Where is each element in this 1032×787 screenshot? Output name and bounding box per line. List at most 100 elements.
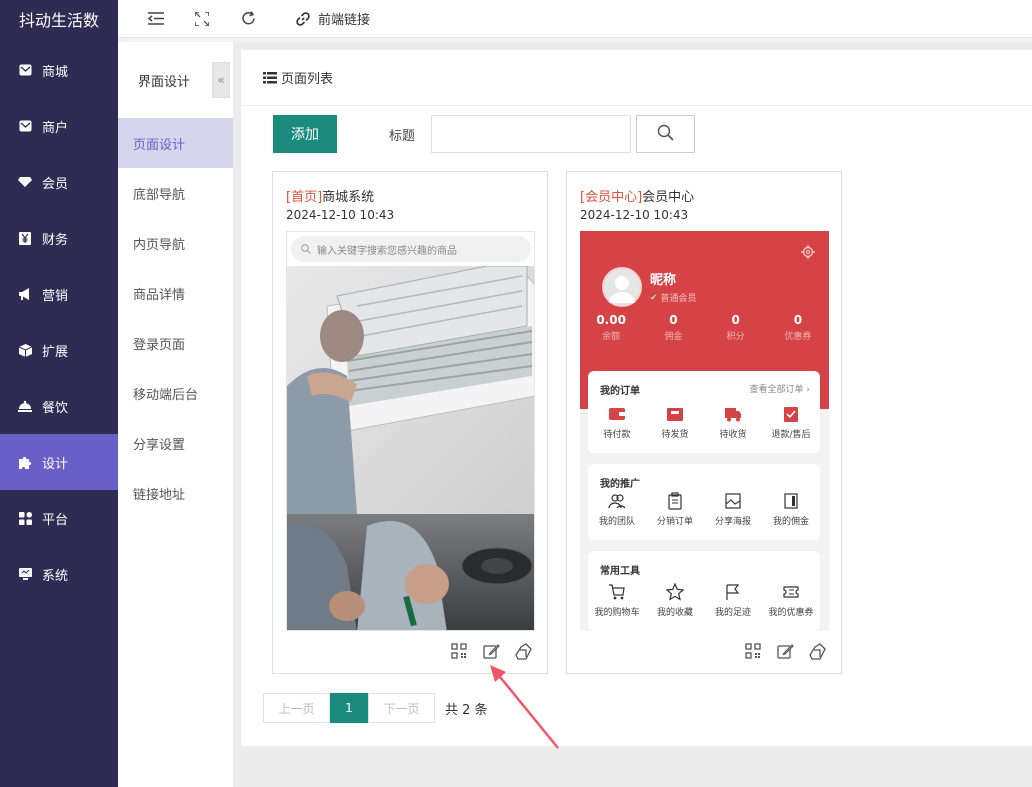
double-chevron-left-icon: «	[217, 73, 225, 87]
sidebar-item-mall[interactable]: 商城	[0, 42, 118, 98]
menu-fold-icon[interactable]	[148, 11, 164, 27]
tool-label: 我的足迹	[714, 608, 751, 618]
tool-item: 我的足迹	[704, 583, 762, 618]
frontend-link[interactable]: 前端链接	[296, 9, 370, 28]
submenu-item-login-page[interactable]: 登录页面	[118, 318, 233, 368]
ticket-icon	[782, 583, 800, 601]
nickname: 昵称	[650, 273, 677, 288]
collapse-submenu-button[interactable]: «	[212, 62, 230, 98]
page-card-member-center: [会员中心]会员中心 2024-12-10 10:43 昵称 ✔ 普通会员 0.0…	[566, 171, 842, 674]
add-page-button[interactable]: 添加	[273, 115, 337, 153]
submenu-title: 界面设计 «	[118, 42, 233, 118]
panel-title: 页面列表	[281, 72, 334, 87]
title-filter-label: 标题	[389, 128, 416, 144]
stat-label: 积分	[726, 332, 745, 342]
card-title: [会员中心]会员中心	[580, 186, 694, 205]
card-name: 商城系统	[322, 190, 375, 205]
tool-item: 我的收藏	[646, 583, 704, 618]
stat-label: 佣金	[664, 332, 683, 342]
promo-icons: 我的团队 分销订单 分享海报 我的佣金	[588, 492, 820, 527]
card-tag: [首页]	[286, 190, 323, 205]
copy-icon[interactable]	[515, 643, 533, 661]
stat-value: 0	[669, 313, 678, 327]
page-number-button[interactable]: 1	[330, 693, 368, 723]
refresh-icon[interactable]	[240, 11, 256, 27]
list-icon	[263, 71, 277, 84]
sidebar-item-extension[interactable]: 扩展	[0, 322, 118, 378]
promo-label: 我的团队	[598, 517, 635, 527]
refund-icon	[782, 405, 800, 423]
home-page-preview: 输入关键字搜索您感兴趣的商品	[286, 231, 535, 631]
check-icon: ✔	[650, 292, 658, 303]
promo-item: 分销订单	[646, 492, 704, 527]
sidebar-item-platform[interactable]: 平台	[0, 490, 118, 546]
box-title: 我的订单	[600, 386, 640, 397]
promo-item: 我的佣金	[762, 492, 820, 527]
fullscreen-icon[interactable]	[194, 11, 210, 27]
sidebar-item-system[interactable]: 系统	[0, 546, 118, 602]
title-search-input[interactable]	[431, 115, 632, 153]
member-page-preview: 昵称 ✔ 普通会员 0.00 余额 0 佣金 0 积分 0 优惠券 我的订单 查看全部订单…	[580, 231, 829, 631]
edit-icon[interactable]	[483, 643, 501, 661]
search-button[interactable]	[636, 115, 696, 153]
submenu-item-page-design[interactable]: 页面设计	[118, 118, 233, 168]
cube-icon	[18, 343, 32, 357]
sidebar-item-label: 商城	[42, 64, 69, 80]
mail-icon	[18, 63, 32, 77]
sidebar-item-design[interactable]: 设计	[0, 434, 118, 490]
mail-icon	[18, 119, 32, 133]
prev-page-button[interactable]: 上一页	[263, 693, 330, 723]
qrcode-icon[interactable]	[451, 643, 469, 661]
cart-icon	[608, 583, 626, 601]
submenu-item-share-settings[interactable]: 分享设置	[118, 418, 233, 468]
card-tag: [会员中心]	[580, 190, 643, 205]
my-promotion-box: 我的推广 我的团队 分销订单 分享海报 我的佣金	[588, 464, 820, 540]
submenu-item-product-detail[interactable]: 商品详情	[118, 268, 233, 318]
qrcode-icon[interactable]	[745, 643, 763, 661]
order-item: 退款/售后	[762, 405, 820, 440]
sidebar-item-label: 设计	[42, 456, 69, 472]
card-date: 2024-12-10 10:43	[286, 208, 395, 222]
sidebar-item-label: 商户	[42, 120, 69, 136]
submenu-item-bottom-nav[interactable]: 底部导航	[118, 168, 233, 218]
sidebar-item-label: 营销	[42, 288, 69, 304]
my-orders-box: 我的订单 查看全部订单 › 待付款 待发货 待收货 退款/售后	[588, 371, 820, 453]
order-item: 待发货	[646, 405, 704, 440]
sidebar-item-finance[interactable]: 财务	[0, 210, 118, 266]
edit-icon[interactable]	[777, 643, 795, 661]
sidebar-nav: 商城 商户 会员 财务 营销 扩展 餐饮 设计 平台 系统	[0, 42, 118, 602]
promo-item: 我的团队	[588, 492, 646, 527]
promo-item: 分享海报	[704, 492, 762, 527]
submenu-item-inner-nav[interactable]: 内页导航	[118, 218, 233, 268]
view-all-orders-link: 查看全部订单 ›	[749, 385, 810, 395]
copy-icon[interactable]	[809, 643, 827, 661]
next-page-button[interactable]: 下一页	[368, 693, 435, 723]
page-list-panel: 页面列表 添加 标题 [首页]商城系统 2024-12-10 10:43 输入关…	[241, 50, 1032, 746]
sidebar-item-member[interactable]: 会员	[0, 154, 118, 210]
card-title: [首页]商城系统	[286, 186, 374, 205]
stat-value: 0	[731, 313, 740, 327]
flag-icon	[724, 583, 742, 601]
order-label: 待付款	[603, 430, 631, 440]
megaphone-icon	[18, 287, 32, 301]
wallet-icon	[608, 405, 626, 423]
sidebar-item-marketing[interactable]: 营销	[0, 266, 118, 322]
stat-points: 0 积分	[705, 313, 767, 342]
stat-value: 0.00	[596, 313, 626, 327]
order-item: 待付款	[588, 405, 646, 440]
banner-image	[287, 265, 534, 630]
top-bar: 前端链接	[118, 0, 1032, 38]
pagination: 上一页 1 下一页 共 2 条	[263, 693, 488, 723]
sidebar-item-label: 餐饮	[42, 400, 69, 416]
submenu-item-mobile-admin[interactable]: 移动端后台	[118, 368, 233, 418]
member-level: ✔ 普通会员	[650, 291, 697, 305]
submenu-item-link-address[interactable]: 链接地址	[118, 468, 233, 518]
card-actions	[745, 643, 827, 661]
order-item: 待收货	[704, 405, 762, 440]
sidebar-item-merchant[interactable]: 商户	[0, 98, 118, 154]
sidebar-item-catering[interactable]: 餐饮	[0, 378, 118, 434]
sidebar-item-label: 会员	[42, 176, 69, 192]
order-label: 待收货	[719, 430, 747, 440]
order-label: 退款/售后	[771, 430, 811, 440]
common-tools-box: 常用工具 我的购物车 我的收藏 我的足迹 我的优惠券	[588, 551, 820, 631]
